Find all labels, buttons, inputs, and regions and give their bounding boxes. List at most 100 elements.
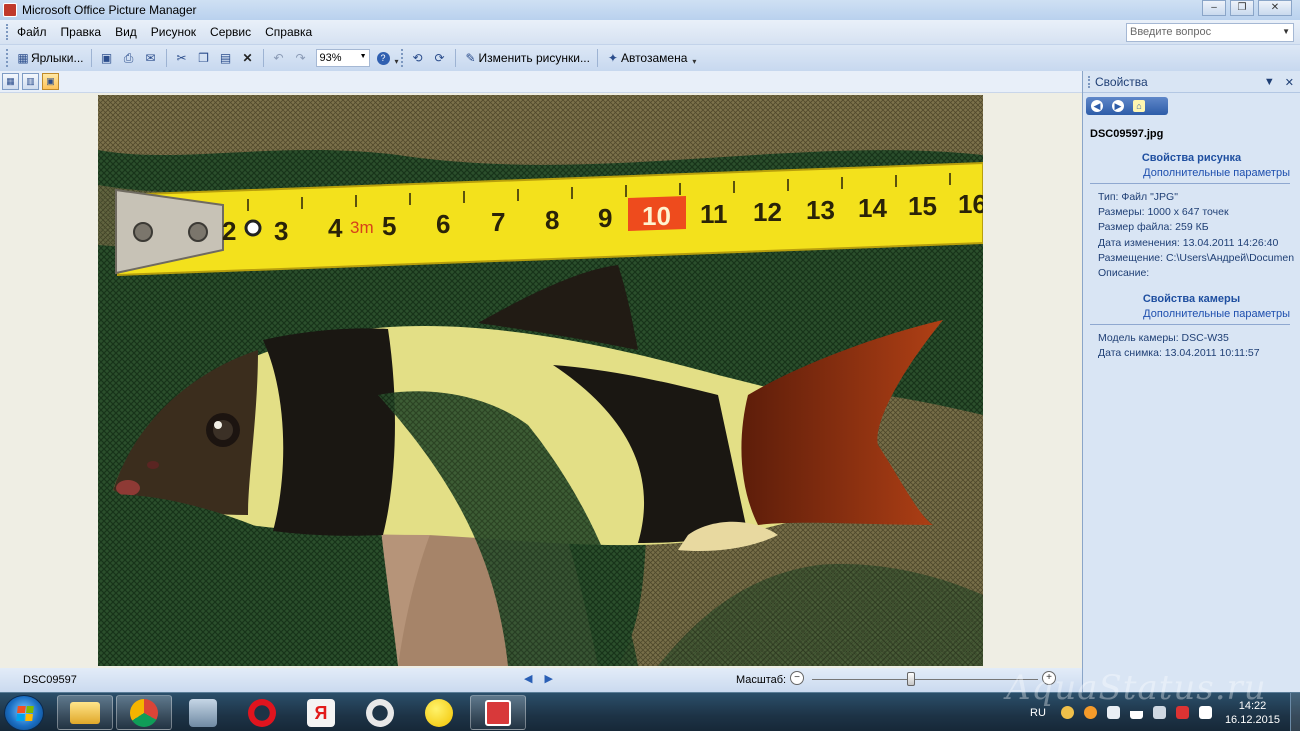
menu-tools[interactable]: Сервис: [203, 25, 258, 39]
edit-pictures-button[interactable]: ✎ Изменить рисунки...: [460, 48, 593, 68]
taskbar-chrome[interactable]: [116, 695, 172, 730]
zoom-select[interactable]: 93% ▼: [315, 49, 370, 67]
rotate-left-button[interactable]: ⟲: [407, 48, 429, 68]
zoom-label: Масштаб:: [736, 674, 787, 686]
pane-grip[interactable]: [1088, 75, 1091, 88]
menu-file[interactable]: Файл: [10, 25, 54, 39]
device-icon[interactable]: [1152, 706, 1166, 719]
taskbar-opera[interactable]: [234, 695, 290, 730]
toolbar-grip[interactable]: [400, 49, 404, 67]
undo-button[interactable]: ↶: [268, 48, 290, 68]
clock-time: 14:22: [1238, 699, 1267, 712]
taskbar-opera-neon[interactable]: [352, 695, 408, 730]
restore-button[interactable]: ❐: [1230, 0, 1254, 16]
clock[interactable]: 14:22 16.12.2015: [1225, 699, 1280, 727]
property-camera-model: Модель камеры: DSC-W35: [1098, 332, 1229, 345]
menu-view[interactable]: Вид: [108, 25, 144, 39]
forward-icon[interactable]: ▶: [1112, 100, 1124, 112]
view-switcher: ▦ ▥ ▣: [0, 71, 1082, 93]
print-button[interactable]: ⎙: [118, 48, 140, 68]
smiley-icon: [425, 698, 453, 727]
back-icon[interactable]: ◀: [1091, 100, 1103, 112]
zoom-slider-thumb[interactable]: [907, 672, 916, 686]
thumbnail-view-icon[interactable]: ▦: [2, 73, 19, 90]
chevron-down-icon[interactable]: ▼: [1282, 27, 1290, 36]
paste-button[interactable]: ▤: [215, 48, 237, 68]
save-icon: ▣: [100, 51, 113, 65]
pane-file-name: DSC09597.jpg: [1090, 128, 1164, 140]
taskbar-messenger[interactable]: [411, 695, 467, 730]
property-date-taken: Дата снимка: 13.04.2011 10:11:57: [1098, 347, 1260, 360]
ask-question-input[interactable]: Введите вопрос ▼: [1126, 23, 1294, 42]
menu-help[interactable]: Справка: [258, 25, 319, 39]
close-button[interactable]: ✕: [1258, 0, 1292, 16]
filmstrip-view-icon[interactable]: ▥: [22, 73, 39, 90]
rotate-right-icon: ⟳: [434, 51, 445, 65]
start-button[interactable]: [4, 695, 44, 731]
tape-number: 4: [328, 213, 343, 243]
shortcuts-button[interactable]: ▦ Ярлыки...: [12, 48, 87, 68]
home-icon[interactable]: ⌂: [1133, 100, 1145, 112]
picture-advanced-link[interactable]: Дополнительные параметры: [1090, 167, 1290, 184]
tape-number: 15: [908, 191, 937, 221]
picture-navigation: ◀ ▶: [524, 672, 553, 685]
toolbar-options-icon[interactable]: ▾: [395, 57, 399, 66]
print-icon: ⎙: [123, 51, 134, 65]
property-modified: Дата изменения: 13.04.2011 14:26:40: [1098, 236, 1279, 249]
shortcuts-icon: ▦: [17, 51, 29, 65]
system-tray: RU 14:22 16.12.2015: [1030, 693, 1300, 731]
zoom-slider-track[interactable]: [812, 679, 1038, 680]
zoom-in-icon[interactable]: +: [1042, 671, 1056, 685]
zoom-out-icon[interactable]: −: [790, 671, 804, 685]
flag-icon[interactable]: [1106, 706, 1120, 719]
chevron-down-icon[interactable]: ▼: [360, 53, 367, 60]
taskbar-picture-manager[interactable]: [470, 695, 526, 730]
taskbar-scanner[interactable]: [175, 695, 231, 730]
app-icon: [3, 3, 17, 17]
autocorrect-button[interactable]: ✦ Автозамена: [602, 48, 690, 68]
cut-button[interactable]: ✂: [171, 48, 193, 68]
save-button[interactable]: ▣: [96, 48, 118, 68]
toolbar-grip[interactable]: [6, 49, 9, 67]
zoom-select-value: 93%: [319, 52, 342, 64]
property-dimensions: Размеры: 1000 x 647 точек: [1098, 206, 1229, 219]
notification-icon[interactable]: [1198, 706, 1212, 719]
volume-muted-icon[interactable]: [1175, 706, 1189, 719]
camera-advanced-link[interactable]: Дополнительные параметры: [1090, 308, 1290, 326]
picture-manager-icon: [485, 699, 511, 726]
toolbar-separator: [165, 49, 167, 67]
network-icon[interactable]: [1129, 706, 1143, 719]
title-bar: Microsoft Office Picture Manager – ❐ ✕: [0, 0, 1300, 20]
tape-number: 6: [436, 209, 450, 239]
pane-close-icon[interactable]: ✕: [1285, 76, 1294, 89]
picture-preview[interactable]: 2 3 4 5 6 7 8 9 10 11 12 13 14 15 16 3m: [98, 95, 983, 666]
edit-pictures-label: Изменить рисунки...: [478, 51, 590, 65]
pane-title: Свойства: [1095, 74, 1148, 89]
single-picture-view-icon[interactable]: ▣: [42, 73, 59, 90]
previous-picture-icon[interactable]: ◀: [524, 672, 532, 685]
email-button[interactable]: ✉: [140, 48, 162, 68]
language-indicator[interactable]: RU: [1030, 707, 1046, 719]
tray-app-icon[interactable]: [1083, 706, 1097, 719]
property-location: Размещение: C:\Users\Андрей\Documen: [1098, 251, 1295, 264]
show-desktop-button[interactable]: [1290, 693, 1300, 731]
rotate-right-button[interactable]: ⟳: [429, 48, 451, 68]
copy-button[interactable]: ❐: [193, 48, 215, 68]
menu-picture[interactable]: Рисунок: [144, 25, 203, 39]
taskbar-explorer[interactable]: [57, 695, 113, 730]
help-icon: ?: [376, 51, 390, 65]
help-button[interactable]: ?: [374, 48, 393, 68]
window-title: Microsoft Office Picture Manager: [22, 3, 197, 17]
menu-edit[interactable]: Правка: [54, 25, 109, 39]
undo-icon: ↶: [273, 51, 284, 65]
shortcuts-label: Ярлыки...: [31, 51, 84, 65]
minimize-button[interactable]: –: [1202, 0, 1226, 16]
pane-menu-icon[interactable]: ▼: [1264, 76, 1275, 89]
toolbar-options-icon[interactable]: ▾: [692, 57, 696, 66]
pane-controls: ▼ ✕: [1264, 76, 1294, 89]
taskbar-yandex[interactable]: Я: [293, 695, 349, 730]
next-picture-icon[interactable]: ▶: [544, 672, 552, 685]
delete-button[interactable]: ✕: [237, 48, 259, 68]
redo-button[interactable]: ↷: [290, 48, 312, 68]
tray-app-icon[interactable]: [1060, 706, 1074, 719]
